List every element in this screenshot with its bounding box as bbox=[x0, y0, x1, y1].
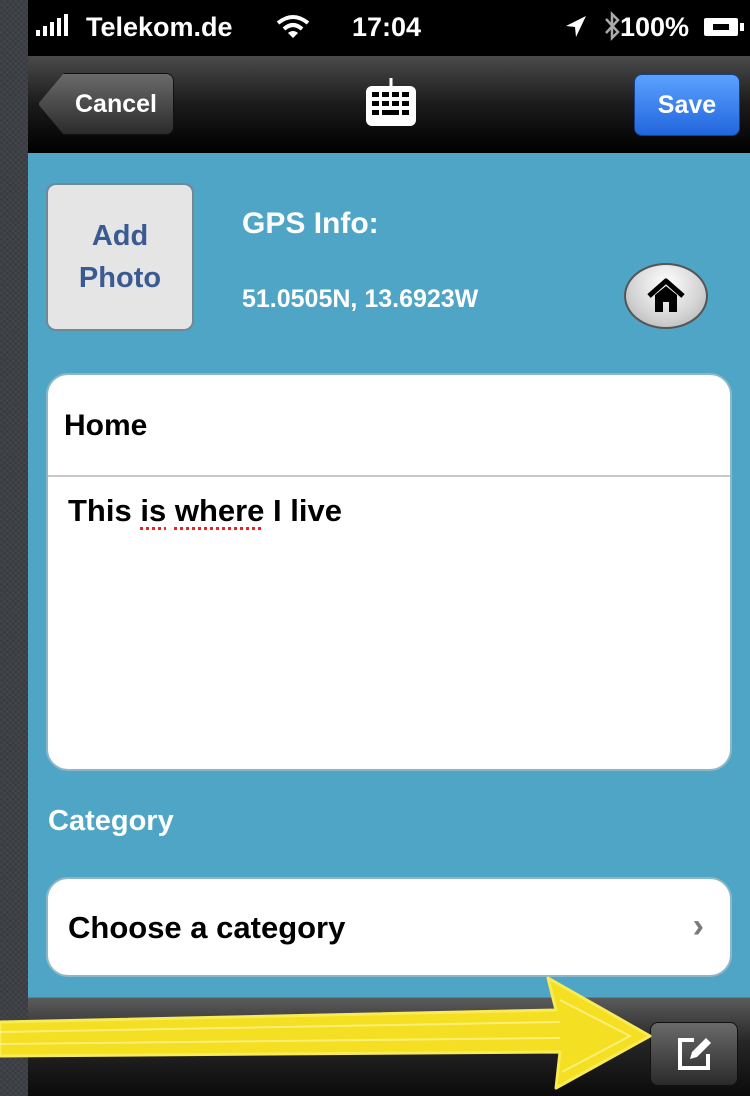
add-photo-button[interactable]: Add Photo bbox=[46, 183, 194, 331]
keyboard-icon[interactable] bbox=[362, 76, 420, 134]
misspelled-word: where bbox=[174, 493, 265, 528]
bottom-toolbar bbox=[28, 997, 750, 1096]
location-arrow-icon bbox=[564, 14, 588, 47]
category-selector[interactable]: Choose a category › bbox=[46, 877, 732, 977]
description-space bbox=[166, 493, 175, 528]
misspelled-word: is bbox=[140, 493, 167, 528]
battery-charging-icon bbox=[704, 18, 744, 36]
carrier-name: Telekom.de bbox=[86, 12, 233, 42]
wifi-icon bbox=[276, 14, 310, 47]
bluetooth-icon bbox=[604, 10, 620, 51]
home-icon bbox=[647, 278, 685, 312]
save-button[interactable]: Save bbox=[634, 74, 740, 136]
phone-screen: Telekom.de 17:04 100% Cancel Save Add Ph… bbox=[28, 0, 750, 1096]
gps-info-label: GPS Info: bbox=[242, 207, 379, 240]
description-textarea[interactable]: This is where I live bbox=[68, 493, 342, 529]
compose-button[interactable] bbox=[650, 1022, 738, 1086]
clock: 17:04 bbox=[352, 12, 422, 42]
note-box: Home This is where I live bbox=[46, 373, 732, 771]
edit-place-form: Add Photo GPS Info: 51.0505N, 13.6923W H… bbox=[28, 153, 750, 997]
place-title-field[interactable]: Home bbox=[64, 409, 147, 443]
add-photo-label-line1: Add bbox=[91, 219, 149, 252]
add-photo-label-line2: Photo bbox=[78, 262, 162, 294]
chevron-right-icon: › bbox=[692, 907, 704, 945]
compose-icon bbox=[678, 1038, 711, 1070]
status-bar: Telekom.de 17:04 100% bbox=[28, 0, 750, 56]
description-word: This bbox=[68, 493, 141, 528]
battery-percent: 100% bbox=[620, 12, 690, 42]
description-word: I live bbox=[264, 493, 342, 528]
category-value: Choose a category bbox=[68, 910, 346, 945]
gps-coordinates: 51.0505N, 13.6923W bbox=[242, 285, 479, 313]
cancel-button[interactable]: Cancel bbox=[38, 73, 174, 135]
divider bbox=[48, 475, 730, 477]
home-button[interactable] bbox=[624, 263, 708, 329]
signal-bars-icon bbox=[36, 14, 68, 36]
navigation-bar: Cancel Save bbox=[28, 56, 750, 153]
category-heading: Category bbox=[48, 805, 174, 837]
